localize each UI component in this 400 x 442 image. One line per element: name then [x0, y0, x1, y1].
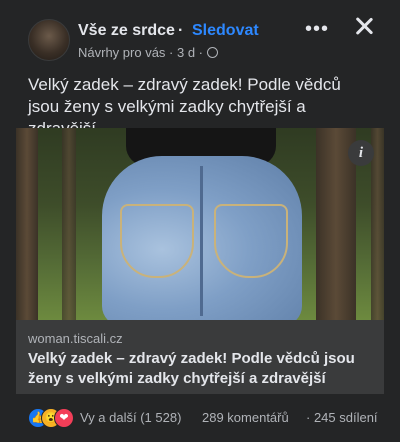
reaction-icons[interactable]: 👍 😮 ❤ [28, 408, 78, 428]
globe-icon [207, 47, 218, 58]
close-icon[interactable] [352, 14, 376, 38]
post-card: Vše ze srdce · Sledovat Návrhy pro vás ·… [0, 0, 400, 442]
love-icon: ❤ [54, 408, 74, 428]
page-name[interactable]: Vše ze srdce [78, 22, 175, 40]
shares-count[interactable]: · 245 sdílení [306, 410, 378, 425]
comments-count[interactable]: 289 komentářů [202, 410, 289, 425]
more-options-icon[interactable]: ••• [305, 18, 329, 41]
link-domain: woman.tiscali.cz [28, 331, 123, 346]
name-separator: · [178, 22, 184, 39]
info-icon[interactable]: i [348, 140, 374, 166]
page-avatar[interactable] [28, 19, 70, 61]
jeans [102, 156, 302, 320]
back-pocket [120, 204, 194, 278]
reactions-count[interactable]: Vy a další (1 528) [80, 410, 181, 425]
tree-trunk [16, 128, 38, 320]
post-meta: Návrhy pro vás · 3 d · [78, 45, 218, 60]
link-preview[interactable]: woman.tiscali.cz Velký zadek – zdravý za… [16, 320, 384, 394]
post-meta-text: Návrhy pro vás · 3 d · [78, 45, 203, 60]
tree-trunk [62, 128, 76, 320]
post-image[interactable]: i [16, 128, 384, 320]
back-pocket [214, 204, 288, 278]
follow-button[interactable]: Sledovat [192, 22, 259, 40]
link-title: Velký zadek – zdravý zadek! Podle vědců … [28, 350, 355, 387]
engagement-bar: 👍 😮 ❤ Vy a další (1 528) 289 komentářů ·… [0, 400, 400, 436]
